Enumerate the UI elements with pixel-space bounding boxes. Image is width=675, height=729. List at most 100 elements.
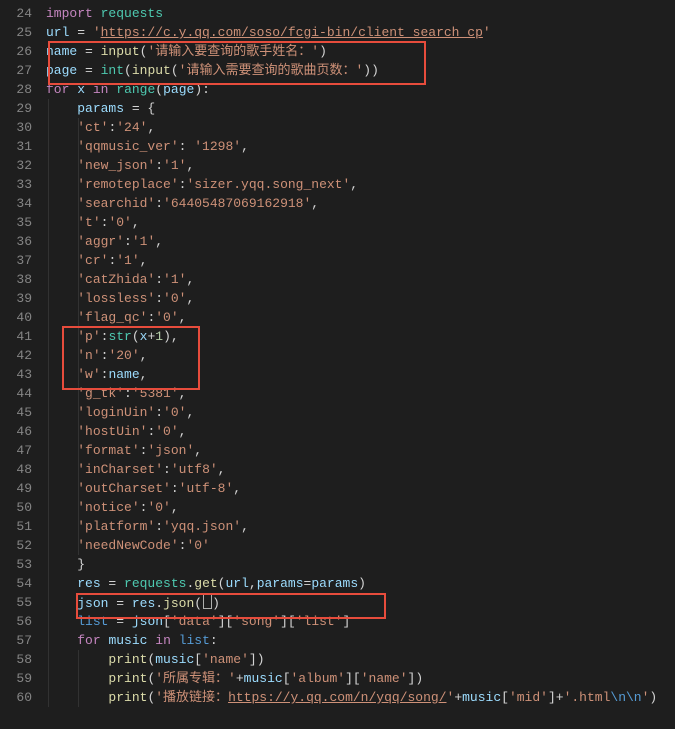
line-number: 49 bbox=[4, 479, 32, 498]
token-pun: , bbox=[132, 215, 140, 230]
code-line[interactable]: 'remoteplace':'sizer.yqq.song_next', bbox=[46, 175, 675, 194]
code-line[interactable]: 'p':str(x+1), bbox=[46, 327, 675, 346]
token-pun bbox=[46, 367, 77, 382]
token-str: 'yqq.json' bbox=[163, 519, 241, 534]
line-number: 25 bbox=[4, 23, 32, 42]
code-line[interactable]: list = json['data']['song']['list'] bbox=[46, 612, 675, 631]
token-pun: : bbox=[124, 386, 132, 401]
token-pun: , bbox=[241, 519, 249, 534]
token-pun: ( bbox=[155, 82, 163, 97]
token-pun: , bbox=[171, 500, 179, 515]
token-str: 'loginUin' bbox=[77, 405, 155, 420]
code-line[interactable]: 'new_json':'1', bbox=[46, 156, 675, 175]
token-var: params bbox=[311, 576, 358, 591]
code-area[interactable]: import requestsurl = 'https://c.y.qq.com… bbox=[42, 0, 675, 729]
token-str: '请输入要查询的歌手姓名：' bbox=[147, 44, 319, 59]
code-line[interactable]: for x in range(page): bbox=[46, 80, 675, 99]
code-line[interactable]: 'catZhida':'1', bbox=[46, 270, 675, 289]
token-pun bbox=[46, 196, 77, 211]
code-line[interactable]: res = requests.get(url,params=params) bbox=[46, 574, 675, 593]
code-line[interactable]: print('所属专辑：'+music['album']['name']) bbox=[46, 669, 675, 688]
code-line[interactable]: json = res.json() bbox=[46, 593, 675, 612]
token-pun: , bbox=[311, 196, 319, 211]
token-pun bbox=[46, 614, 77, 629]
token-pun: : bbox=[155, 196, 163, 211]
code-line[interactable]: name = input('请输入要查询的歌手姓名：') bbox=[46, 42, 675, 61]
token-pun bbox=[46, 272, 77, 287]
token-str: 'w' bbox=[77, 367, 100, 382]
line-number: 42 bbox=[4, 346, 32, 365]
token-pun: : bbox=[171, 481, 179, 496]
code-line[interactable]: 'notice':'0', bbox=[46, 498, 675, 517]
token-str: 'p' bbox=[77, 329, 100, 344]
token-kw: import bbox=[46, 6, 93, 21]
token-str: 'utf-8' bbox=[179, 481, 234, 496]
code-line[interactable]: for music in list: bbox=[46, 631, 675, 650]
code-line[interactable]: import requests bbox=[46, 4, 675, 23]
token-pun: = bbox=[69, 25, 92, 40]
code-line[interactable]: params = { bbox=[46, 99, 675, 118]
line-number: 38 bbox=[4, 270, 32, 289]
token-pun: + bbox=[236, 671, 244, 686]
token-blue: list bbox=[179, 633, 210, 648]
token-pun: : bbox=[155, 519, 163, 534]
token-pun bbox=[46, 253, 77, 268]
code-line[interactable]: 'qqmusic_ver': '1298', bbox=[46, 137, 675, 156]
token-pun bbox=[46, 234, 77, 249]
code-line[interactable]: 'platform':'yqq.json', bbox=[46, 517, 675, 536]
code-line[interactable]: url = 'https://c.y.qq.com/soso/fcgi-bin/… bbox=[46, 23, 675, 42]
line-number: 41 bbox=[4, 327, 32, 346]
token-str: '0' bbox=[155, 424, 178, 439]
code-line[interactable]: print('播放链接：https://y.qq.com/n/yqq/song/… bbox=[46, 688, 675, 707]
code-line[interactable]: 'g_tk':'5381', bbox=[46, 384, 675, 403]
token-str: '1' bbox=[163, 272, 186, 287]
code-line[interactable]: 'inCharset':'utf8', bbox=[46, 460, 675, 479]
token-str: '1' bbox=[132, 234, 155, 249]
code-line[interactable]: page = int(input('请输入需要查询的歌曲页数：')) bbox=[46, 61, 675, 80]
token-pun bbox=[46, 348, 77, 363]
token-str: 'outCharset' bbox=[77, 481, 171, 496]
code-line[interactable]: print(music['name']) bbox=[46, 650, 675, 669]
token-pun: , bbox=[241, 139, 249, 154]
code-line[interactable]: 'hostUin':'0', bbox=[46, 422, 675, 441]
code-line[interactable]: 'loginUin':'0', bbox=[46, 403, 675, 422]
token-pun: } bbox=[46, 557, 85, 572]
token-pun: , bbox=[350, 177, 358, 192]
token-pun bbox=[46, 177, 77, 192]
code-line[interactable]: 'searchid':'64405487069162918', bbox=[46, 194, 675, 213]
token-pun: )) bbox=[363, 63, 379, 78]
token-var: music bbox=[108, 633, 147, 648]
code-line[interactable]: 'w':name, bbox=[46, 365, 675, 384]
code-line[interactable]: 'ct':'24', bbox=[46, 118, 675, 137]
code-line[interactable]: 'cr':'1', bbox=[46, 251, 675, 270]
token-pun: , bbox=[147, 120, 155, 135]
code-line[interactable]: } bbox=[46, 555, 675, 574]
token-kw: for bbox=[77, 633, 100, 648]
token-pun: ) bbox=[358, 576, 366, 591]
token-str: '20' bbox=[108, 348, 139, 363]
line-number: 58 bbox=[4, 650, 32, 669]
token-str: 'catZhida' bbox=[77, 272, 155, 287]
line-number: 27 bbox=[4, 61, 32, 80]
token-pun: , bbox=[186, 405, 194, 420]
token-pun: ( bbox=[124, 63, 132, 78]
code-line[interactable]: 'n':'20', bbox=[46, 346, 675, 365]
code-line[interactable]: 'needNewCode':'0' bbox=[46, 536, 675, 555]
token-str: 'searchid' bbox=[77, 196, 155, 211]
code-line[interactable]: 'outCharset':'utf-8', bbox=[46, 479, 675, 498]
code-line[interactable]: 'lossless':'0', bbox=[46, 289, 675, 308]
token-str: '1298' bbox=[194, 139, 241, 154]
line-number: 29 bbox=[4, 99, 32, 118]
line-number: 46 bbox=[4, 422, 32, 441]
token-pun: + bbox=[454, 690, 462, 705]
token-blue: \n\n bbox=[610, 690, 641, 705]
code-line[interactable]: 't':'0', bbox=[46, 213, 675, 232]
token-var: json bbox=[132, 614, 163, 629]
line-number: 32 bbox=[4, 156, 32, 175]
code-line[interactable]: 'aggr':'1', bbox=[46, 232, 675, 251]
token-fn: input bbox=[132, 63, 171, 78]
token-pun: : bbox=[155, 291, 163, 306]
code-line[interactable]: 'flag_qc':'0', bbox=[46, 308, 675, 327]
code-line[interactable]: 'format':'json', bbox=[46, 441, 675, 460]
token-pun: : bbox=[155, 272, 163, 287]
